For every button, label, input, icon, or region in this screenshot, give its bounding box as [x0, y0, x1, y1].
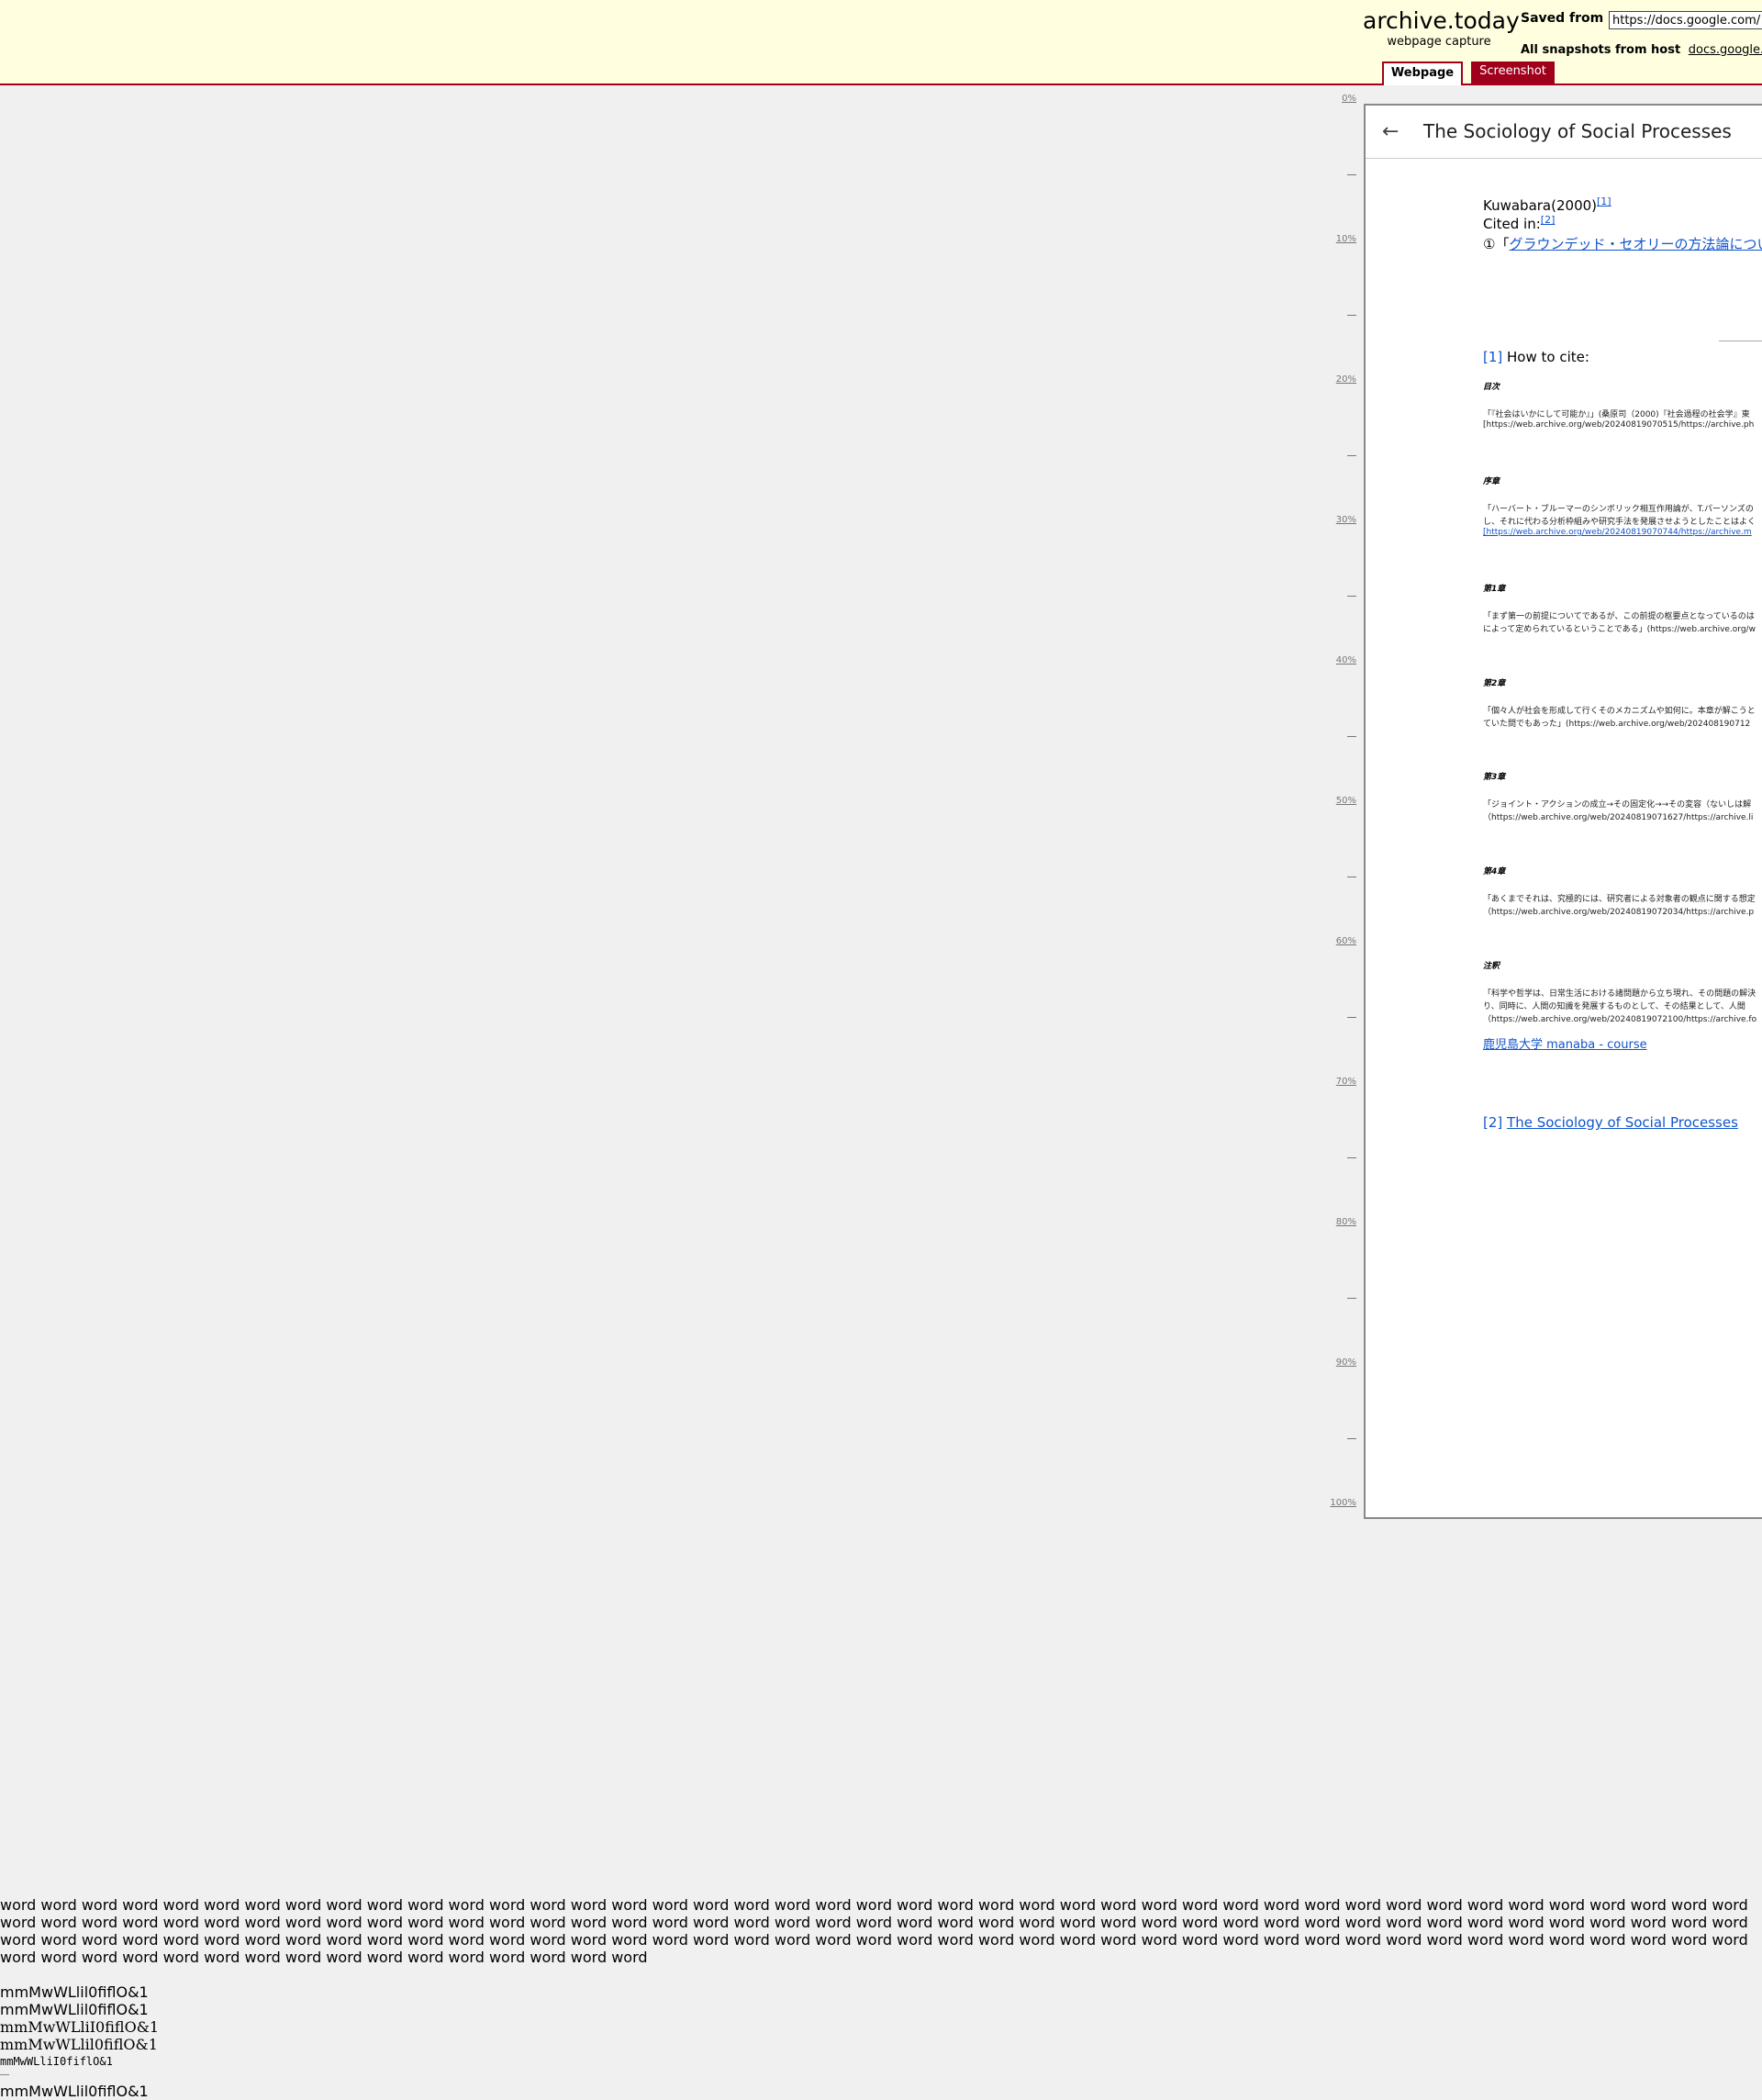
section-heading: 序章	[1483, 477, 1500, 486]
ruler-tick	[1347, 736, 1356, 737]
brand-subtitle: webpage capture	[1387, 35, 1491, 49]
section-text: ていた問でもあった」(https://web.archive.org/web/2…	[1483, 720, 1751, 729]
font-sample: mmMwWLlil0fiflO&1	[0, 2036, 158, 2053]
ruler-mark-10[interactable]: 10%	[1336, 234, 1356, 244]
section-text: [https://web.archive.org/web/20240819070…	[1483, 420, 1755, 430]
snapshots-label-text: All snapshots	[1521, 43, 1611, 57]
font-sample: mmMwWLlil0fiflO&1	[0, 2083, 149, 2100]
font-sample: mmMwWLliI0fiflO&1	[0, 2018, 160, 2036]
section-heading: 第3章	[1483, 773, 1506, 782]
page-scroll-ruler: 0% 10% 20% 30% 40% 50% 60% 70% 80% 90% 1…	[1322, 84, 1358, 1516]
section-text: 「『社会はいかにして可能か』」(桑原司（2000)『社会過程の社会学』東	[1483, 410, 1750, 419]
section-text: 「科学や哲学は、日常生活における諸問題から立ち現れ、その問題の解決	[1483, 989, 1756, 999]
ruler-tick	[1347, 315, 1356, 316]
footnote-2-line: [2] The Sociology of Social Processes	[1483, 1114, 1738, 1131]
word-filler-text: word word word word word word word word …	[0, 1896, 1748, 1966]
section-heading: 注釈	[1483, 962, 1500, 971]
ruler-mark-20[interactable]: 20%	[1336, 374, 1356, 385]
footnote-ref-2[interactable]: [2]	[1541, 214, 1556, 226]
section-text: り、同時に、人間の知識を発展するものとして、その結果として、人間	[1483, 1002, 1745, 1011]
ruler-mark-90[interactable]: 90%	[1336, 1357, 1356, 1368]
archived-page-frame: ← The Sociology of Social Processes Kuwa…	[1364, 104, 1762, 1519]
snapshots-from-text: from host	[1614, 43, 1681, 57]
snapshots-label: All snapshots from host docs.google.com	[1521, 43, 1762, 57]
archive-brand[interactable]: archive.today webpage capture	[1363, 7, 1520, 50]
section-text: し、それに代わる分析枠組みや研究手法を発展させようとしたことはよく	[1483, 518, 1756, 527]
section-link[interactable]: [https://web.archive.org/web/20240819070…	[1483, 528, 1752, 537]
font-sample: mmMwWLliI0fiflO&1	[0, 2055, 113, 2068]
footnote-2-ref[interactable]: [2]	[1483, 1114, 1502, 1131]
ruler-mark-30[interactable]: 30%	[1336, 515, 1356, 525]
saved-from-label: Saved from	[1521, 11, 1604, 26]
ruler-tick	[1347, 596, 1356, 597]
author-text: Kuwabara(2000)	[1483, 197, 1598, 214]
footnote-1-line: [1] How to cite:	[1483, 349, 1589, 365]
ruler-tick	[1347, 174, 1356, 175]
tab-screenshot[interactable]: Screenshot	[1471, 61, 1555, 84]
ruler-tick	[1347, 455, 1356, 456]
ruler-mark-70[interactable]: 70%	[1336, 1077, 1356, 1087]
footnote-1-text: How to cite:	[1502, 349, 1589, 365]
font-probe-area: word word word word word word word word …	[0, 1896, 1762, 2100]
section-text: 「あくまでそれは、究極的には、研究者による対象者の観点に関する想定	[1483, 895, 1756, 904]
footnote-ref-1[interactable]: [1]	[1597, 195, 1611, 207]
font-sample: mmMwWLlil0fiflO&1	[0, 2001, 149, 2018]
ruler-tick	[1347, 1438, 1356, 1439]
ruler-mark-0[interactable]: 0%	[1342, 94, 1356, 104]
doc-content: Kuwabara(2000)[1] Cited in:[2] ①「グラウンデッド…	[1483, 106, 1762, 1517]
section-heading: 第4章	[1483, 867, 1506, 877]
ruler-mark-60[interactable]: 60%	[1336, 936, 1356, 946]
brand-name[interactable]: archive.today	[1363, 7, 1520, 35]
section-heading: 第1章	[1483, 585, 1506, 594]
ruler-mark-100[interactable]: 100%	[1330, 1498, 1356, 1508]
cited-in-line: Cited in:[2]	[1483, 214, 1555, 232]
section-text: によって定められているということである」(https://web.archive…	[1483, 625, 1756, 634]
ruler-mark-80[interactable]: 80%	[1336, 1217, 1356, 1227]
ruler-mark-40[interactable]: 40%	[1336, 655, 1356, 665]
section-text: 「個々人が社会を形成して行くそのメカニズムや如何に。本章が解こうと	[1483, 707, 1756, 716]
section-text: 「ジョイント・アクションの成立→その固定化→→その変容（ないしは解	[1483, 800, 1752, 810]
font-sample: mmMwWLlil0fiflO&1	[0, 1983, 149, 2001]
tiny-divider	[0, 2071, 9, 2075]
ruler-tick	[1347, 1157, 1356, 1158]
section-heading: 第2章	[1483, 679, 1506, 688]
ruler-mark-50[interactable]: 50%	[1336, 796, 1356, 806]
section-text: 「まず第一の前提についてであるが、この前提の枢要点となっているのは	[1483, 612, 1755, 621]
section-text: 「ハーバート・ブルーマーのシンボリック相互作用論が、T.パーソンズの	[1483, 505, 1754, 514]
footnote-2-link[interactable]: The Sociology of Social Processes	[1507, 1114, 1738, 1131]
cited-in-text: Cited in:	[1483, 216, 1541, 232]
item-1-prefix: ①「	[1483, 236, 1510, 252]
section-text: （https://web.archive.org/web/20240819071…	[1483, 813, 1754, 822]
section-heading: 目次	[1483, 383, 1500, 392]
item-1-link[interactable]: グラウンデッド・セオリーの方法論につい	[1509, 236, 1762, 252]
ruler-tick	[1347, 1017, 1356, 1018]
item-1-line: ①「グラウンデッド・セオリーの方法論につい	[1483, 234, 1762, 253]
tab-webpage[interactable]: Webpage	[1382, 61, 1463, 85]
saved-url-field[interactable]	[1609, 11, 1762, 29]
ruler-tick	[1347, 1298, 1356, 1299]
back-arrow-icon[interactable]: ←	[1382, 122, 1399, 142]
section-text: （https://web.archive.org/web/20240819072…	[1483, 908, 1755, 917]
archive-header: archive.today webpage capture Saved from…	[0, 0, 1762, 85]
manaba-link[interactable]: 鹿児島大学 manaba - course	[1483, 1034, 1647, 1052]
snapshots-host-link[interactable]: docs.google.com	[1689, 43, 1762, 57]
section-text: （https://web.archive.org/web/20240819072…	[1483, 1015, 1757, 1024]
author-line: Kuwabara(2000)[1]	[1483, 195, 1611, 214]
footnote-1-ref[interactable]: [1]	[1483, 349, 1502, 365]
